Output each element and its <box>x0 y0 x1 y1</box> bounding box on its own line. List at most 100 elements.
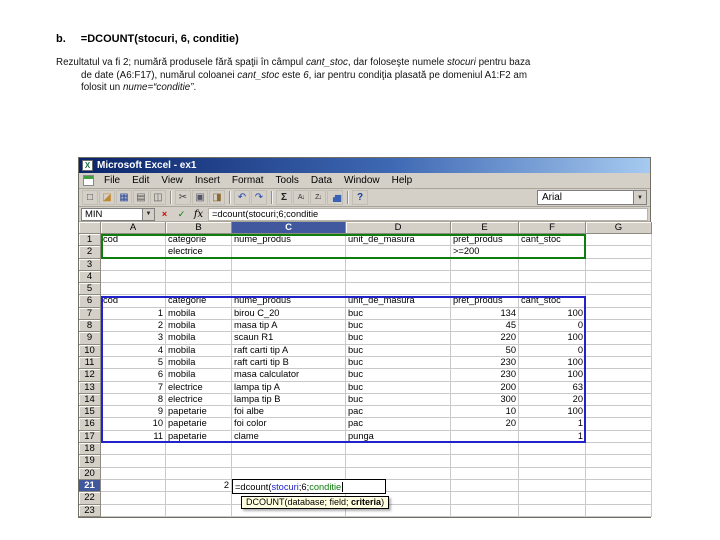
row-header-19[interactable]: 19 <box>79 455 101 468</box>
cell-A8[interactable]: 2 <box>101 320 166 333</box>
cell-F8[interactable]: 0 <box>519 320 586 333</box>
row-header-18[interactable]: 18 <box>79 443 101 456</box>
new-icon[interactable] <box>82 190 98 205</box>
cell-C15[interactable]: foi albe <box>232 406 346 419</box>
cell-A7[interactable]: 1 <box>101 307 166 321</box>
cell-E4[interactable] <box>451 270 519 284</box>
cell-E23[interactable] <box>451 504 519 517</box>
cell-E15[interactable]: 10 <box>451 406 519 419</box>
cell-G1[interactable] <box>586 234 652 247</box>
chevron-down-icon[interactable]: ▼ <box>633 191 646 204</box>
column-header-D[interactable]: D <box>346 222 451 234</box>
row-header-21[interactable]: 21 <box>79 479 101 493</box>
menu-help[interactable]: Help <box>386 174 419 187</box>
menu-tools[interactable]: Tools <box>270 174 305 187</box>
cell-D7[interactable]: buc <box>346 307 451 321</box>
cell-B1[interactable]: categorie <box>166 234 232 247</box>
cell-E3[interactable] <box>451 258 519 271</box>
cell-D2[interactable] <box>346 246 451 259</box>
row-header-1[interactable]: 1 <box>79 234 101 247</box>
cell-B22[interactable] <box>166 492 232 505</box>
cell-B20[interactable] <box>166 467 232 480</box>
row-header-17[interactable]: 17 <box>79 430 101 444</box>
cell-D8[interactable]: buc <box>346 320 451 333</box>
cell-C16[interactable]: foi color <box>232 418 346 431</box>
cell-B15[interactable]: papetarie <box>166 406 232 419</box>
cell-B10[interactable]: mobila <box>166 344 232 357</box>
cell-F19[interactable] <box>519 455 586 468</box>
name-box[interactable]: MIN ▼ <box>81 207 155 221</box>
cell-G19[interactable] <box>586 455 652 468</box>
cell-B6[interactable]: categorie <box>166 295 232 308</box>
cell-G2[interactable] <box>586 246 652 259</box>
row-header-11[interactable]: 11 <box>79 356 101 370</box>
cell-C3[interactable] <box>232 258 346 271</box>
cell-G4[interactable] <box>586 270 652 284</box>
cell-D15[interactable]: pac <box>346 406 451 419</box>
row-header-12[interactable]: 12 <box>79 369 101 382</box>
cell-A20[interactable] <box>101 467 166 480</box>
cell-G13[interactable] <box>586 381 652 394</box>
row-header-15[interactable]: 15 <box>79 406 101 419</box>
cell-E17[interactable] <box>451 430 519 444</box>
cell-G6[interactable] <box>586 295 652 308</box>
cell-F10[interactable]: 0 <box>519 344 586 357</box>
cell-A3[interactable] <box>101 258 166 271</box>
cell-F16[interactable]: 1 <box>519 418 586 431</box>
cell-B23[interactable] <box>166 504 232 517</box>
cell-A23[interactable] <box>101 504 166 517</box>
chart-icon[interactable] <box>327 190 343 205</box>
row-header-13[interactable]: 13 <box>79 381 101 394</box>
column-header-F[interactable]: F <box>519 222 586 234</box>
row-header-10[interactable]: 10 <box>79 344 101 357</box>
cell-C5[interactable] <box>232 283 346 296</box>
cell-A4[interactable] <box>101 270 166 284</box>
cell-G16[interactable] <box>586 418 652 431</box>
cell-A1[interactable]: cod <box>101 234 166 247</box>
cell-C8[interactable]: masa tip A <box>232 320 346 333</box>
cell-F13[interactable]: 63 <box>519 381 586 394</box>
cell-F12[interactable]: 100 <box>519 369 586 382</box>
cell-E2[interactable]: >=200 <box>451 246 519 259</box>
row-header-2[interactable]: 2 <box>79 246 101 259</box>
cell-G5[interactable] <box>586 283 652 296</box>
column-header-A[interactable]: A <box>101 222 166 234</box>
row-header-4[interactable]: 4 <box>79 270 101 284</box>
cell-G11[interactable] <box>586 356 652 370</box>
open-icon[interactable] <box>99 190 115 205</box>
cell-G17[interactable] <box>586 430 652 444</box>
paste-icon[interactable] <box>209 190 225 205</box>
cell-A18[interactable] <box>101 443 166 456</box>
cell-F3[interactable] <box>519 258 586 271</box>
cell-D4[interactable] <box>346 270 451 284</box>
column-header-G[interactable]: G <box>586 222 652 234</box>
column-header-E[interactable]: E <box>451 222 519 234</box>
cell-G9[interactable] <box>586 332 652 345</box>
row-header-9[interactable]: 9 <box>79 332 101 345</box>
cell-B8[interactable]: mobila <box>166 320 232 333</box>
chevron-down-icon[interactable]: ▼ <box>142 208 154 220</box>
cell-C12[interactable]: masa calculator <box>232 369 346 382</box>
cell-A13[interactable]: 7 <box>101 381 166 394</box>
cell-G12[interactable] <box>586 369 652 382</box>
cell-E18[interactable] <box>451 443 519 456</box>
cell-G22[interactable] <box>586 492 652 505</box>
column-header-B[interactable]: B <box>166 222 232 234</box>
cell-E20[interactable] <box>451 467 519 480</box>
cell-C1[interactable]: nume_produs <box>232 234 346 247</box>
cell-F9[interactable]: 100 <box>519 332 586 345</box>
cell-F4[interactable] <box>519 270 586 284</box>
formula-input[interactable]: =dcount(stocuri;6;conditie <box>208 207 648 221</box>
cell-F23[interactable] <box>519 504 586 517</box>
row-header-3[interactable]: 3 <box>79 258 101 271</box>
cancel-icon[interactable]: × <box>157 208 172 221</box>
cell-E19[interactable] <box>451 455 519 468</box>
cell-E22[interactable] <box>451 492 519 505</box>
cell-B2[interactable]: electrice <box>166 246 232 259</box>
cell-A10[interactable]: 4 <box>101 344 166 357</box>
row-header-22[interactable]: 22 <box>79 492 101 505</box>
undo-icon[interactable] <box>234 190 250 205</box>
cell-E16[interactable]: 20 <box>451 418 519 431</box>
cell-G20[interactable] <box>586 467 652 480</box>
row-header-16[interactable]: 16 <box>79 418 101 431</box>
